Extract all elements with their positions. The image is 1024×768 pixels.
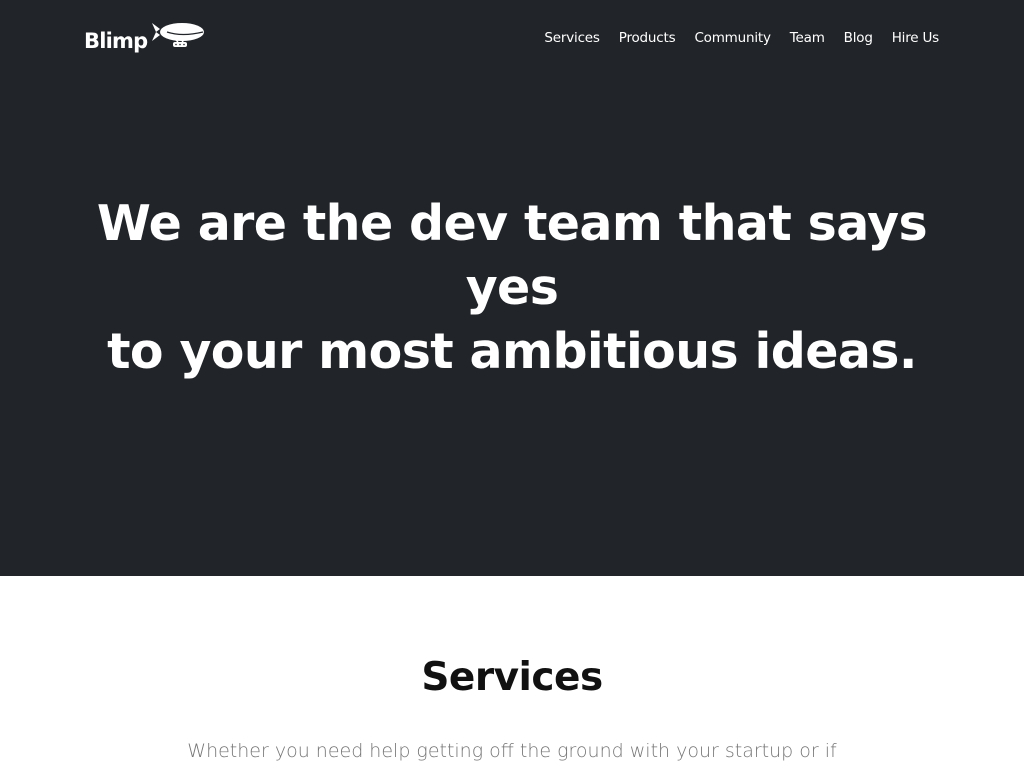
nav-item-team: Team — [790, 27, 825, 47]
hero-title-line-2: to your most ambitious ideas. — [107, 323, 917, 380]
hero-title-line-1: We are the dev team that says yes — [96, 195, 928, 316]
services-section: Services Whether you need help getting o… — [0, 576, 1024, 768]
hero-title: We are the dev team that says yes to you… — [60, 192, 964, 384]
nav-link-community[interactable]: Community — [694, 30, 771, 46]
nav-link-team[interactable]: Team — [790, 30, 825, 46]
services-lead: Whether you need help getting off the gr… — [187, 740, 837, 762]
nav-links: Services Products Community Team Blog Hi… — [544, 27, 939, 47]
nav-link-services[interactable]: Services — [544, 30, 600, 46]
nav-item-hire-us: Hire Us — [892, 27, 939, 47]
nav-link-hire-us[interactable]: Hire Us — [892, 30, 939, 46]
nav-link-products[interactable]: Products — [619, 30, 676, 46]
nav-link-blog[interactable]: Blog — [844, 30, 873, 46]
top-navigation: Blimp Services Products Community Team B… — [0, 0, 1024, 72]
nav-item-community: Community — [694, 27, 771, 47]
nav-item-blog: Blog — [844, 27, 873, 47]
services-title: Services — [421, 655, 603, 700]
logo-link[interactable]: Blimp — [84, 18, 207, 54]
blimp-icon — [152, 23, 205, 47]
nav-item-services: Services — [544, 27, 600, 47]
logo-text: Blimp — [84, 29, 148, 53]
hero-section: Blimp Services Products Community Team B… — [0, 0, 1024, 576]
nav-item-products: Products — [619, 27, 676, 47]
